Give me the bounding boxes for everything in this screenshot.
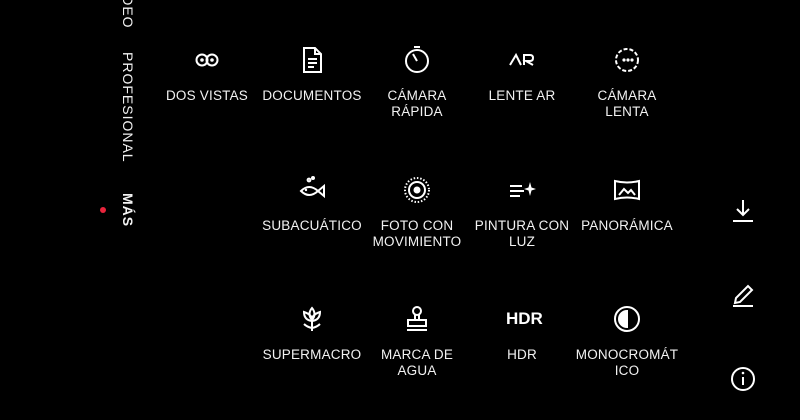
download-icon (733, 200, 753, 222)
tile-label: DOCUMENTOS (262, 88, 362, 103)
mode-professional[interactable]: PROFESIONAL (112, 52, 136, 163)
moving-photo-icon (404, 177, 430, 203)
dual-view-icon (195, 53, 219, 67)
document-icon (303, 47, 322, 73)
monochrome-icon (614, 306, 640, 332)
tile-label: DOS VISTAS (165, 88, 249, 103)
edit-icon (733, 284, 754, 307)
info-button[interactable] (728, 364, 758, 394)
tile-label: SUBACUÁTICO (262, 218, 362, 233)
edit-button[interactable] (728, 280, 758, 310)
tile-label: CÁMARA LENTA (597, 88, 657, 119)
slow-motion-icon (615, 48, 639, 72)
mode-tile-panorama[interactable]: PANORÁMICA (575, 174, 679, 234)
mode-strip: VÍDEO PROFESIONAL MÁS (112, 0, 136, 240)
info-icon (731, 367, 755, 391)
tile-label: LENTE AR (488, 88, 556, 103)
mode-tile-documents[interactable]: DOCUMENTOS (260, 44, 364, 104)
download-button[interactable] (728, 196, 758, 226)
mode-tile-monochrome[interactable]: MONOCROMÁT ICO (575, 303, 679, 379)
active-mode-dot (100, 207, 106, 213)
mode-tile-watermark[interactable]: MARCA DE AGUA (365, 303, 469, 379)
mode-video[interactable]: VÍDEO (112, 0, 136, 29)
tile-label: FOTO CON MOVIMIENTO (372, 218, 462, 249)
mode-tile-hdr[interactable]: HDR HDR (470, 303, 574, 363)
mode-tile-supermacro[interactable]: SUPERMACRO (260, 303, 364, 363)
mode-tile-underwater[interactable]: SUBACUÁTICO (260, 174, 364, 234)
mode-tile-slow-motion[interactable]: CÁMARA LENTA (575, 44, 679, 120)
tile-label: MONOCROMÁT ICO (575, 347, 679, 378)
mode-more[interactable]: MÁS (112, 193, 136, 227)
mode-tile-timelapse[interactable]: CÁMARA RÁPIDA (365, 44, 469, 120)
timer-icon (405, 46, 429, 73)
tile-label: PANORÁMICA (581, 218, 673, 233)
tile-label: HDR (507, 347, 537, 362)
mode-tile-light-painting[interactable]: PINTURA CON LUZ (470, 174, 574, 250)
mode-tile-dual-view[interactable]: DOS VISTAS (155, 44, 259, 104)
panorama-icon (614, 179, 640, 201)
ar-lens-icon (509, 52, 535, 66)
hdr-icon: HDR (506, 309, 543, 328)
tile-label: CÁMARA RÁPIDA (387, 88, 447, 119)
stamp-icon (407, 306, 427, 331)
tile-label: MARCA DE AGUA (380, 347, 454, 378)
mode-tile-ar-lens[interactable]: LENTE AR (470, 44, 574, 104)
tile-label: PINTURA CON LUZ (474, 218, 570, 249)
flower-icon (302, 306, 322, 331)
light-painting-icon (510, 182, 536, 197)
mode-tile-moving-photo[interactable]: FOTO CON MOVIMIENTO (365, 174, 469, 250)
tile-label: SUPERMACRO (262, 347, 362, 362)
fish-icon (299, 176, 325, 199)
